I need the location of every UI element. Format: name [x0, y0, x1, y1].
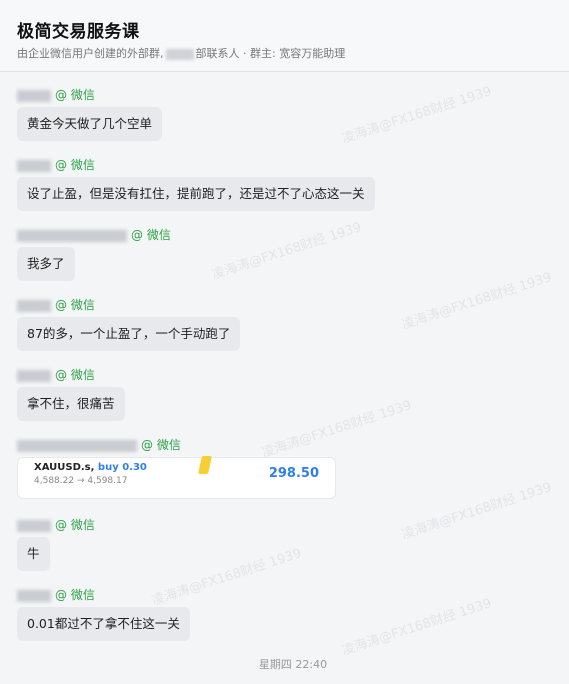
message-bubble[interactable]: 0.01都过不了拿不住这一关 [17, 607, 190, 641]
redacted-sender [17, 159, 51, 172]
sender-name[interactable]: @ 微信 [17, 86, 95, 102]
sender-name[interactable]: @ 微信 [17, 226, 171, 242]
watermark: 凌海涛@FX168财经 1939 [340, 84, 494, 147]
message-bubble[interactable]: 87的多，一个止盈了，一个手动跑了 [17, 317, 241, 351]
watermark: 凌海涛@FX168财经 1939 [400, 270, 554, 333]
sender-tag: @ 微信 [131, 228, 171, 242]
sender-name[interactable]: @ 微信 [17, 436, 181, 452]
open-price: 4,588.22 [34, 476, 75, 486]
watermark: 凌海涛@FX168财经 1939 [260, 398, 414, 461]
redacted-sender [17, 589, 51, 602]
sender-name[interactable]: @ 微信 [17, 586, 95, 602]
trade-profit: 298.50 [268, 466, 319, 481]
sender-tag: @ 微信 [55, 158, 95, 172]
group-title: 极简交易服务课 [17, 22, 140, 42]
message-bubble[interactable]: 设了止盈，但是没有扛住，提前跑了，还是过不了心态这一关 [17, 177, 375, 211]
subtitle-prefix: 由企业微信用户创建的外部群, [17, 47, 164, 60]
redacted-sender [17, 439, 137, 452]
message-bubble[interactable]: 我多了 [17, 247, 75, 281]
message-timestamp: 星期四 22:40 [258, 658, 328, 671]
watermark: 凌海涛@FX168财经 1939 [340, 596, 494, 659]
close-price: 4,598.17 [87, 476, 128, 486]
redacted-sender [17, 369, 51, 382]
sender-tag: @ 微信 [55, 298, 95, 312]
sender-name[interactable]: @ 微信 [17, 296, 95, 312]
redacted-sender [17, 519, 51, 532]
chat-header: 极简交易服务课 由企业微信用户创建的外部群, 部联系人 · 群主: 宽容万能助理 [0, 0, 569, 72]
sender-tag: @ 微信 [55, 518, 95, 532]
redacted-sender [17, 299, 51, 312]
watermark: 凌海涛@FX168财经 1939 [210, 220, 364, 283]
sender-name[interactable]: @ 微信 [17, 516, 95, 532]
redacted-name [165, 48, 194, 60]
arrow-right-icon: → [76, 476, 85, 486]
card-accent [198, 456, 212, 474]
trade-symbol: XAUUSD.s, buy 0.30 [34, 462, 147, 473]
sender-tag: @ 微信 [55, 368, 95, 382]
sender-name[interactable]: @ 微信 [17, 156, 95, 172]
trade-card[interactable]: XAUUSD.s, buy 0.30 4,588.22 → 4,598.17 2… [17, 456, 336, 499]
trade-prices: 4,588.22 → 4,598.17 [34, 476, 127, 486]
sender-tag: @ 微信 [55, 88, 95, 102]
message-bubble[interactable]: 拿不住，很痛苦 [17, 387, 125, 421]
trade-side: buy 0.30 [97, 462, 147, 473]
sender-tag: @ 微信 [141, 438, 181, 452]
group-subtitle: 由企业微信用户创建的外部群, 部联系人 · 群主: 宽容万能助理 [17, 45, 345, 61]
redacted-sender [17, 229, 127, 242]
watermark: 凌海涛@FX168财经 1939 [150, 546, 304, 609]
sender-tag: @ 微信 [55, 588, 95, 602]
message-bubble[interactable]: 黄金今天做了几个空单 [17, 107, 163, 141]
subtitle-suffix: 部联系人 · 群主: 宽容万能助理 [195, 47, 346, 60]
message-bubble[interactable]: 牛 [17, 537, 50, 571]
watermark: 凌海涛@FX168财经 1939 [400, 480, 554, 543]
sender-name[interactable]: @ 微信 [17, 366, 95, 382]
redacted-sender [17, 89, 51, 102]
